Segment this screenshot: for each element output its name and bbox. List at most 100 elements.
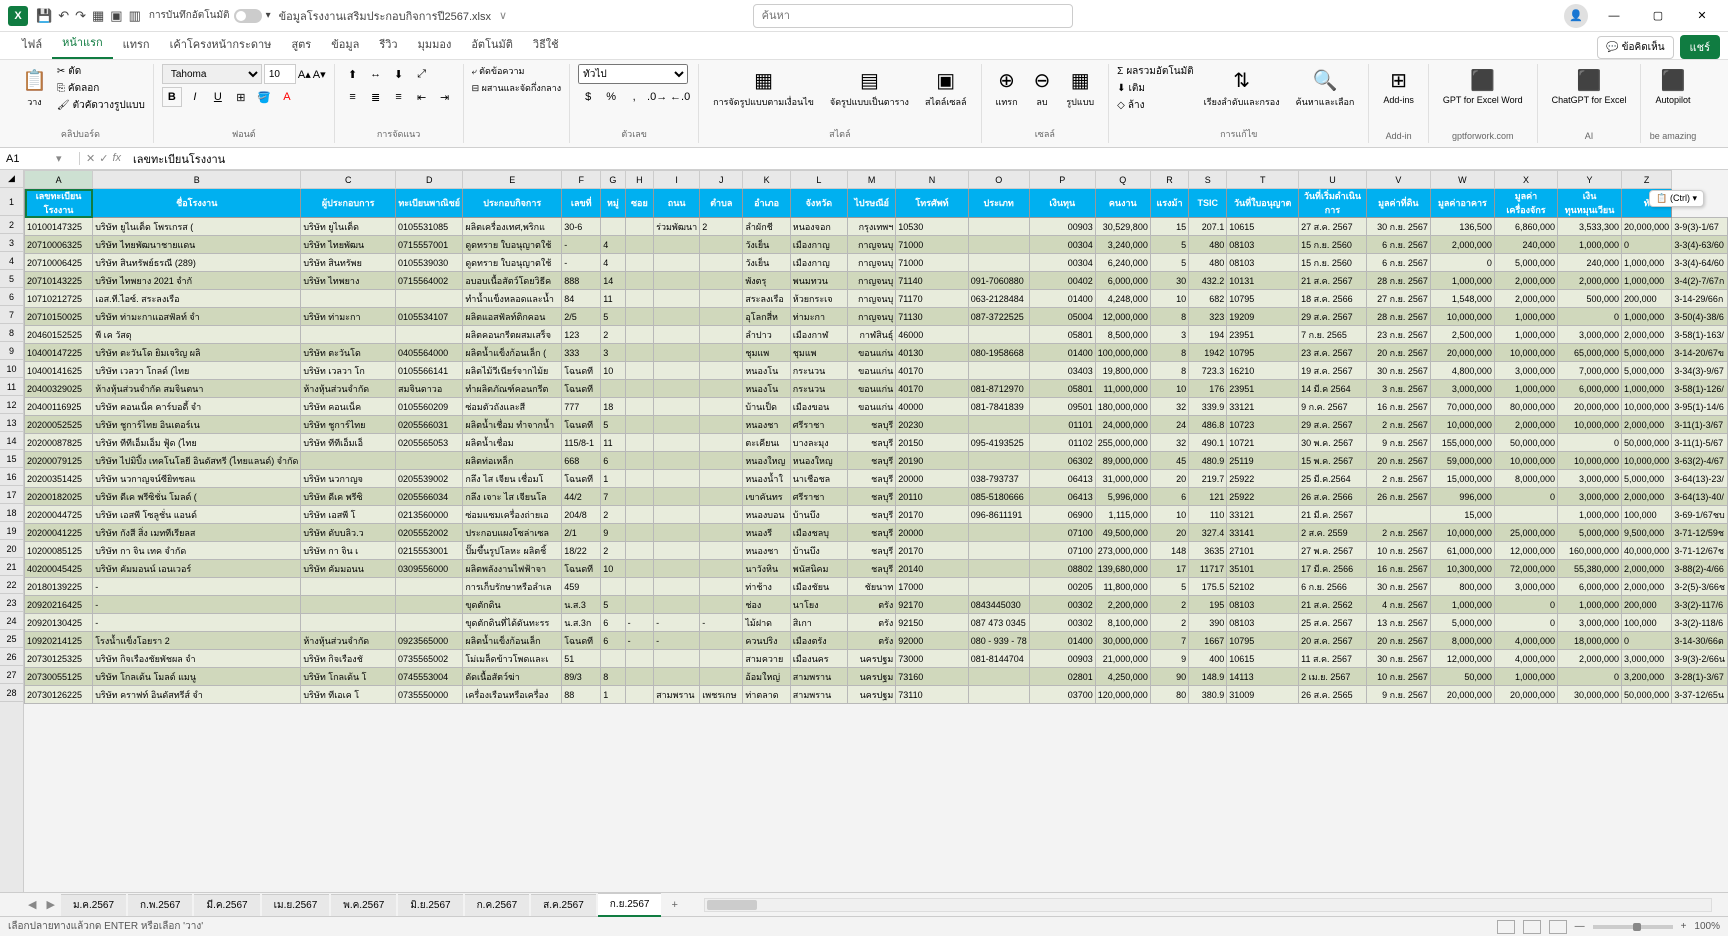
- cell[interactable]: ห้างหุ้นส่วนจำกัด: [301, 632, 396, 650]
- cell[interactable]: นาโยง: [790, 596, 847, 614]
- cell[interactable]: -: [654, 632, 700, 650]
- cell[interactable]: 3-64(13)-40/: [1672, 488, 1728, 506]
- cell[interactable]: 136,500: [1430, 218, 1494, 236]
- cell[interactable]: 12,000,000: [1095, 308, 1150, 326]
- cell[interactable]: 10,000,000: [1558, 416, 1622, 434]
- cell[interactable]: 2: [601, 326, 625, 344]
- cell[interactable]: 20180139225: [25, 578, 93, 596]
- cell[interactable]: 6: [1150, 488, 1188, 506]
- delete-cells[interactable]: ⊖ลบ: [1028, 64, 1057, 113]
- cell[interactable]: 3-14-30/66ต: [1672, 632, 1728, 650]
- row-header[interactable]: 28: [0, 684, 23, 702]
- cell[interactable]: 07100: [1029, 542, 1095, 560]
- column-title[interactable]: แรงม้า: [1150, 189, 1188, 218]
- cell[interactable]: 0: [1622, 632, 1672, 650]
- cell[interactable]: 0105531085: [396, 218, 463, 236]
- cell[interactable]: 6: [601, 614, 625, 632]
- cell[interactable]: สมจินดาวอ: [396, 380, 463, 398]
- cell[interactable]: 0: [1494, 596, 1557, 614]
- cell[interactable]: 9 ก.ย. 2567: [1366, 434, 1430, 452]
- cell[interactable]: 92170: [896, 596, 968, 614]
- cell[interactable]: 0105539030: [396, 254, 463, 272]
- cell[interactable]: น.ส.3ก: [562, 614, 601, 632]
- cell[interactable]: บริษัท สินทรัพย์ธรณี (289): [93, 254, 301, 272]
- cell[interactable]: หนองชา: [743, 416, 790, 434]
- cell[interactable]: 4 ก.ย. 2567: [1366, 596, 1430, 614]
- cell[interactable]: 0: [1558, 434, 1622, 452]
- cell[interactable]: 52102: [1227, 578, 1299, 596]
- row-header[interactable]: 11: [0, 378, 23, 396]
- cell[interactable]: [968, 668, 1029, 686]
- cell-styles[interactable]: ▣สไตล์เซลล์: [919, 64, 973, 113]
- column-header[interactable]: G: [601, 171, 625, 189]
- ribbon-tab[interactable]: เค้าโครงหน้ากระดาษ: [160, 29, 282, 59]
- cell[interactable]: บ้านเป็ด: [743, 398, 790, 416]
- cell[interactable]: ชุมแพ: [790, 344, 847, 362]
- cell[interactable]: 08802: [1029, 560, 1095, 578]
- column-header[interactable]: P: [1029, 171, 1095, 189]
- cell[interactable]: บริษัท เวลวา โก: [301, 362, 396, 380]
- cell[interactable]: ช่อง: [743, 596, 790, 614]
- cell[interactable]: โฉนดที: [562, 416, 601, 434]
- cell[interactable]: 59,000,000: [1430, 452, 1494, 470]
- zoom-level[interactable]: 100%: [1694, 921, 1720, 932]
- cell[interactable]: 71000: [896, 254, 968, 272]
- row-header[interactable]: 13: [0, 414, 23, 432]
- cell[interactable]: 4,000,000: [1494, 650, 1557, 668]
- chatgpt-excel[interactable]: ⬛ChatGPT for Excel: [1546, 64, 1633, 109]
- cell[interactable]: หนองบอน: [743, 506, 790, 524]
- cell[interactable]: บริษัท ดับบลิว.ว: [301, 524, 396, 542]
- cell[interactable]: ตะเคียนเ: [743, 434, 790, 452]
- cell[interactable]: หนองโน: [743, 362, 790, 380]
- cell[interactable]: 26 ส.ค. 2565: [1299, 686, 1367, 704]
- inc-dec[interactable]: .0→: [647, 87, 667, 107]
- cell[interactable]: 20110: [896, 488, 968, 506]
- cell[interactable]: 8,000,000: [1430, 632, 1494, 650]
- cell[interactable]: 21 มี.ค. 2567: [1299, 506, 1367, 524]
- cell[interactable]: 20710006425: [25, 254, 93, 272]
- cell[interactable]: บริษัท สินทรัพย: [301, 254, 396, 272]
- cell[interactable]: บริษัท คอนเน็ค คาร์บอดี้ จำ: [93, 398, 301, 416]
- cell[interactable]: 5,000,000: [1494, 254, 1557, 272]
- cell[interactable]: 20200351425: [25, 470, 93, 488]
- column-title[interactable]: ถนน: [654, 189, 700, 218]
- cell[interactable]: 10,000,000: [1622, 452, 1672, 470]
- cell[interactable]: 3-88(2)-4/66: [1672, 560, 1728, 578]
- row-header[interactable]: 22: [0, 576, 23, 594]
- column-header[interactable]: Z: [1622, 171, 1672, 189]
- autopilot[interactable]: ⬛Autopilot: [1649, 64, 1696, 109]
- cell[interactable]: 19209: [1227, 308, 1299, 326]
- find-select[interactable]: 🔍ค้นหาและเลือก: [1290, 64, 1361, 113]
- comma[interactable]: ,: [624, 87, 644, 107]
- cell[interactable]: 00302: [1029, 596, 1095, 614]
- cell[interactable]: 3,000,000: [1558, 326, 1622, 344]
- cell[interactable]: 5,000,000: [1622, 344, 1672, 362]
- cell[interactable]: 08103: [1227, 236, 1299, 254]
- cell[interactable]: 0205552002: [396, 524, 463, 542]
- cell[interactable]: บริษัท ตะวันโด: [301, 344, 396, 362]
- cell[interactable]: 06413: [1029, 488, 1095, 506]
- cell[interactable]: 8: [601, 668, 625, 686]
- column-header[interactable]: C: [301, 171, 396, 189]
- increase-font[interactable]: A▴: [298, 68, 311, 81]
- cell[interactable]: 0: [1558, 668, 1622, 686]
- cell[interactable]: 2: [601, 542, 625, 560]
- cell[interactable]: [968, 416, 1029, 434]
- cell[interactable]: [700, 524, 743, 542]
- cell[interactable]: 3-37-12/65น: [1672, 686, 1728, 704]
- cell[interactable]: [654, 524, 700, 542]
- cell[interactable]: -: [562, 236, 601, 254]
- cell[interactable]: 3-64(13)-23/: [1672, 470, 1728, 488]
- cell[interactable]: 5,000,000: [1622, 362, 1672, 380]
- cell[interactable]: นาวังหิน: [743, 560, 790, 578]
- cell[interactable]: 1,000,000: [1430, 272, 1494, 290]
- cell[interactable]: 7: [601, 488, 625, 506]
- cell[interactable]: 6,000,000: [1095, 272, 1150, 290]
- cell[interactable]: 480: [1189, 254, 1227, 272]
- cell[interactable]: พนมทวน: [790, 272, 847, 290]
- cell[interactable]: 2 ส.ค. 2559: [1299, 524, 1367, 542]
- cell[interactable]: 01101: [1029, 416, 1095, 434]
- cell[interactable]: 6,000,000: [1558, 380, 1622, 398]
- row-header[interactable]: 14: [0, 432, 23, 450]
- cell[interactable]: 50,000,000: [1494, 434, 1557, 452]
